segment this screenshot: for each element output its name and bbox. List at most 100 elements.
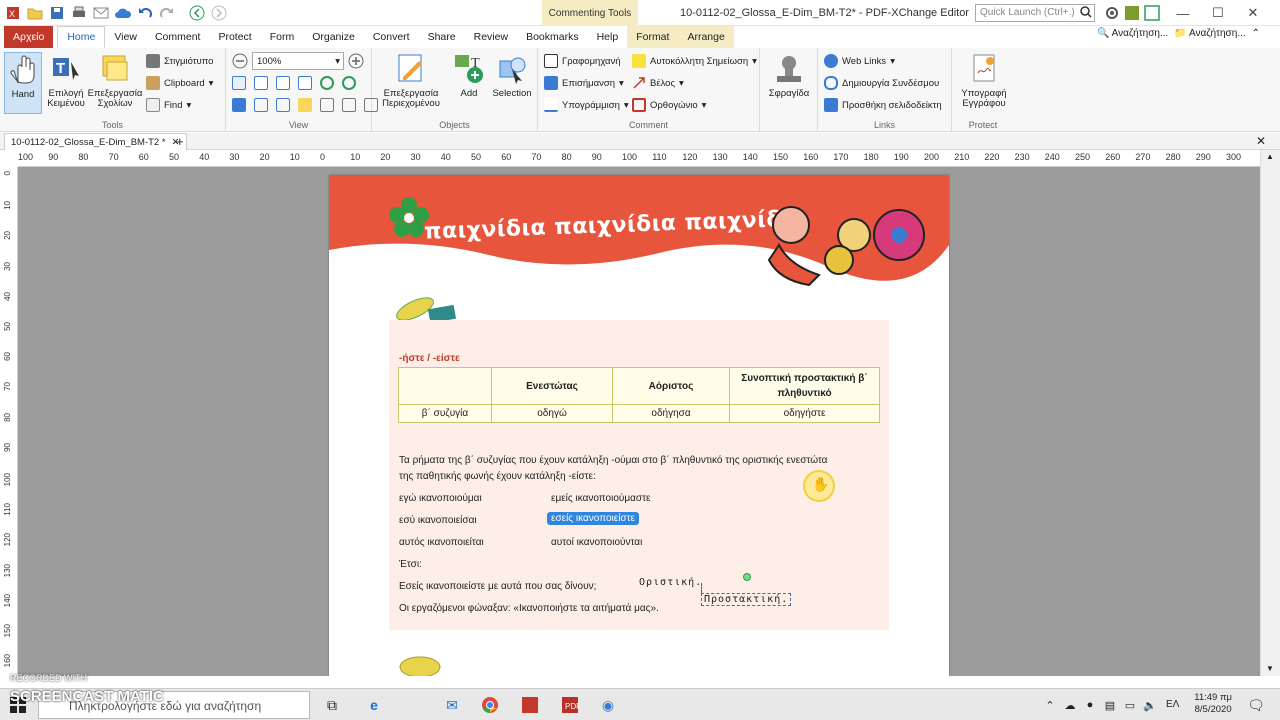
zoom-in-button[interactable] xyxy=(348,52,364,70)
document-canvas[interactable]: παιχνίδια παιχνίδια παιχνίδια -ήστε / -ε… xyxy=(18,167,1260,676)
tab-review[interactable]: Review xyxy=(465,26,517,48)
layers-icon[interactable] xyxy=(276,98,290,112)
tab-view[interactable]: View xyxy=(105,26,146,48)
print-icon[interactable] xyxy=(70,4,88,22)
bookmark-icon[interactable] xyxy=(232,98,246,112)
recorder-icon[interactable]: ◉ xyxy=(598,695,618,715)
search-button-1[interactable]: 🔍 Αναζήτηση... xyxy=(1097,28,1168,39)
attachments-icon[interactable] xyxy=(320,98,334,112)
show-hidden-icons[interactable]: ⌃ xyxy=(1040,695,1060,715)
create-link-button[interactable]: Δημιουργία Συνδέσμου xyxy=(824,74,939,92)
acrobat-icon[interactable] xyxy=(520,695,540,715)
highlight-button[interactable]: Επισήμανση ▾ xyxy=(544,74,624,92)
fit-visible-icon[interactable] xyxy=(298,76,312,90)
search-button-2[interactable]: 📁 Αναζήτηση... xyxy=(1174,28,1245,39)
zoom-out-button[interactable] xyxy=(232,52,248,70)
scroll-down-icon[interactable]: ▼ xyxy=(1266,664,1274,673)
clock[interactable]: 11:49 πμ 8/5/2020 xyxy=(1194,692,1232,716)
conj-plural-2-highlighted[interactable]: εσείς ικανοποιείστε xyxy=(547,512,640,525)
underline-button[interactable]: Υπογράμμιση ▾ xyxy=(544,96,629,114)
actual-size-icon[interactable] xyxy=(276,76,290,90)
edit-comments-button[interactable]: Επεξεργασία Σχολίων xyxy=(88,52,142,109)
quick-launch-input[interactable]: Quick Launch (Ctrl+.) xyxy=(975,4,1095,22)
properties-icon[interactable] xyxy=(342,98,356,112)
comments-pane-icon[interactable] xyxy=(298,98,312,112)
cloud-icon[interactable] xyxy=(114,4,132,22)
find-icon: 🔍 xyxy=(1096,28,1110,39)
language-indicator[interactable]: ΕΛ xyxy=(1166,699,1179,710)
arrow-button[interactable]: Βέλος ▾ xyxy=(632,74,684,92)
tab-file[interactable]: Αρχείο xyxy=(4,26,54,48)
forward-icon[interactable] xyxy=(210,4,228,22)
app-logo-icon[interactable]: X xyxy=(4,4,22,22)
tab-comment[interactable]: Comment xyxy=(146,26,210,48)
pdf-xchange-icon[interactable]: PDF xyxy=(560,695,580,715)
tab-arrange[interactable]: Arrange xyxy=(678,26,734,48)
fit-page-icon[interactable] xyxy=(232,76,246,90)
tab-share[interactable]: Share xyxy=(419,26,465,48)
sticky-note-button[interactable]: Αυτοκόλλητη Σημείωση ▾ xyxy=(632,52,757,70)
task-view-icon[interactable]: ⧉ xyxy=(322,695,342,715)
verb-table: Ενεστώτας Αόριστος Συνοπτική προστακτική… xyxy=(398,367,880,423)
tab-organize[interactable]: Organize xyxy=(303,26,364,48)
redo-icon[interactable] xyxy=(158,4,176,22)
snapshot-button[interactable]: Στιγμιότυπο xyxy=(146,52,213,70)
scroll-up-icon[interactable]: ▲ xyxy=(1266,152,1274,161)
onedrive-icon[interactable]: ☁ xyxy=(1060,695,1080,715)
fullscreen-icon[interactable] xyxy=(1144,5,1160,24)
fit-width-icon[interactable] xyxy=(254,76,268,90)
web-links-button[interactable]: Web Links ▾ xyxy=(824,52,895,70)
document-tab[interactable]: 10-0112-02_Glossa_E-Dim_BM-T2 * ✕ xyxy=(4,133,187,150)
clipboard-button[interactable]: Clipboard ▾ xyxy=(146,74,213,92)
edge-icon[interactable]: e xyxy=(364,695,384,715)
vertical-scrollbar[interactable]: ▲ ▼ xyxy=(1260,150,1280,676)
zoom-select[interactable]: 100% ▾ xyxy=(252,52,344,70)
new-tab-icon[interactable]: + xyxy=(176,134,184,149)
volume-icon[interactable]: 🔈 xyxy=(1140,695,1160,715)
collapse-ribbon-icon[interactable]: ⌃ xyxy=(1252,28,1260,39)
close-window-button[interactable]: ✕ xyxy=(1236,3,1270,23)
settings-icon[interactable] xyxy=(1104,5,1120,24)
edit-content-button[interactable]: Επεξεργασία Περιεχομένου xyxy=(378,52,444,109)
stamp-button[interactable]: Σφραγίδα xyxy=(764,52,814,99)
thumbnails-icon[interactable] xyxy=(254,98,268,112)
add-bookmark-button[interactable]: Προσθήκη σελιδοδείκτη xyxy=(824,96,942,114)
tab-bookmarks[interactable]: Bookmarks xyxy=(517,26,588,48)
tab-protect[interactable]: Protect xyxy=(209,26,260,48)
selection-button[interactable]: Selection xyxy=(490,52,534,99)
rotate-right-icon[interactable] xyxy=(342,76,356,90)
close-document-icon[interactable]: ✕ xyxy=(1256,134,1266,148)
tab-help[interactable]: Help xyxy=(588,26,628,48)
sign-document-button[interactable]: Υπογραφή Εγγράφου xyxy=(956,52,1012,109)
select-text-button[interactable]: T Επιλογή Κειμένου xyxy=(44,52,88,109)
typewriter-note-1[interactable]: Οριστική. xyxy=(639,577,702,588)
tab-home[interactable]: Home xyxy=(57,26,106,48)
ui-options-icon[interactable] xyxy=(1124,5,1140,24)
chrome-icon[interactable] xyxy=(480,695,500,715)
rotate-left-icon[interactable] xyxy=(320,76,334,90)
mic-icon[interactable]: ● xyxy=(1080,695,1100,715)
search-icon[interactable] xyxy=(1080,6,1092,21)
find-button[interactable]: Find ▾ xyxy=(146,96,191,114)
battery-icon[interactable]: ▭ xyxy=(1120,695,1140,715)
ruler-tick-label: 30 xyxy=(229,152,240,162)
tab-format[interactable]: Format xyxy=(627,26,679,48)
network-icon[interactable]: ▤ xyxy=(1100,695,1120,715)
email-icon[interactable] xyxy=(92,4,110,22)
undo-icon[interactable] xyxy=(136,4,154,22)
save-icon[interactable] xyxy=(48,4,66,22)
minimize-button[interactable]: — xyxy=(1166,3,1200,23)
back-icon[interactable] xyxy=(188,4,206,22)
rotate-handle[interactable] xyxy=(743,573,751,581)
tab-convert[interactable]: Convert xyxy=(364,26,419,48)
add-button[interactable]: T Add xyxy=(448,52,490,99)
hand-tool-button[interactable]: Hand xyxy=(4,52,42,114)
typewriter-note-2-selected[interactable]: Προστακτική. xyxy=(701,593,792,606)
tab-form[interactable]: Form xyxy=(261,26,304,48)
notifications-icon[interactable]: 🗨 xyxy=(1246,695,1266,715)
mail-icon[interactable]: ✉ xyxy=(442,695,462,715)
open-folder-icon[interactable] xyxy=(26,4,44,22)
typewriter-button[interactable]: Γραφομηχανή xyxy=(544,52,621,70)
maximize-button[interactable]: ☐ xyxy=(1201,3,1235,23)
rectangle-button[interactable]: Ορθογώνιο ▾ xyxy=(632,96,706,114)
